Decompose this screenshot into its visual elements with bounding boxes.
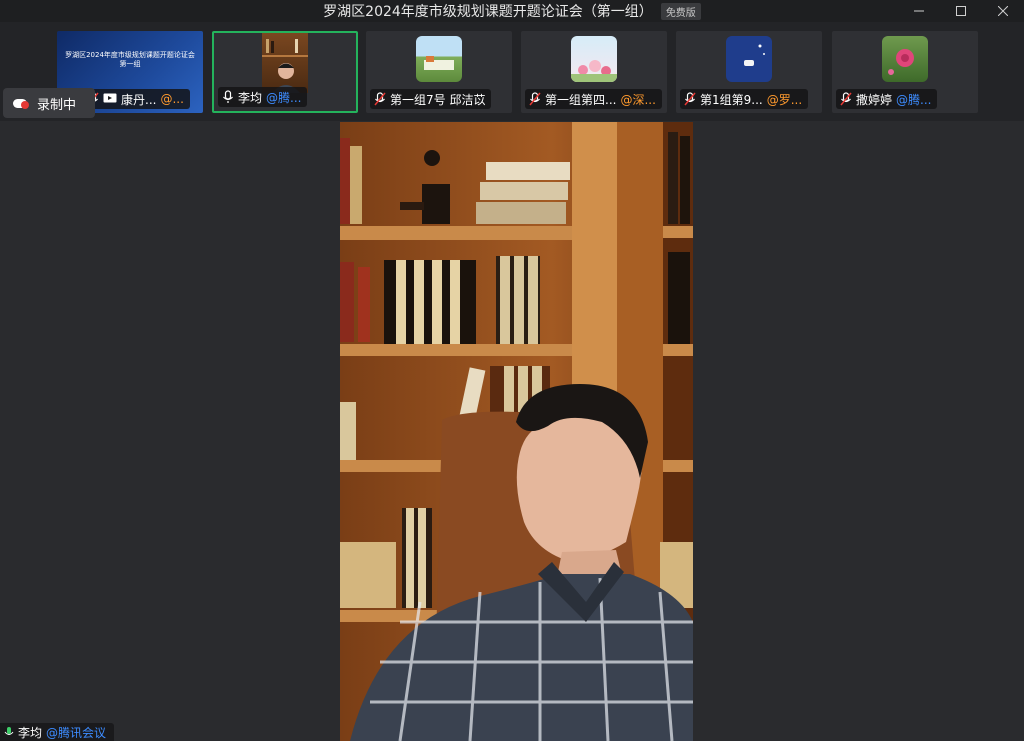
mic-icon [4,727,14,735]
avatar [571,36,617,82]
video-thumbnail [262,33,308,93]
landscape-avatar-image [424,56,454,70]
participant-tile[interactable]: 第一组第四... @深... [521,31,667,113]
participant-nameplate: 李均 @腾... [218,87,308,107]
participant-nameplate: 第一组第四... @深... [525,89,662,109]
participant-name: 第1组第9... [700,92,763,107]
mic-muted-icon [684,92,696,106]
participant-source: @腾... [266,90,302,105]
participant-tile-active-speaker[interactable]: 李均 @腾... [212,31,358,113]
participant-tile[interactable]: 第1组第9... @罗... [676,31,822,113]
mic-muted-icon [840,92,852,106]
participant-name: 康丹... [121,92,157,107]
close-icon [998,6,1008,16]
mic-muted-icon [374,92,386,106]
participant-nameplate: 第1组第9... @罗... [680,89,809,109]
participant-strip: 罗湖区2024年度市级规划课题开题论证会第一组 康丹... @... 李均 @腾..… [0,22,1024,121]
moon-avatar-image [736,44,765,74]
mic-muted-icon [529,92,541,106]
recording-indicator[interactable]: 录制中 [3,88,95,118]
title-bar: 罗湖区2024年度市级规划课题开题论证会（第一组） 免费版 [0,0,1024,22]
participant-source: @腾... [896,92,932,107]
slide-text: 罗湖区2024年度市级规划课题开题论证会第一组 [65,51,195,68]
participant-name: 第一组7号 邱洁苡 [390,92,486,107]
mic-icon [223,90,233,103]
participant-source: @... [160,92,184,106]
participant-tile[interactable]: 撒婷婷 @腾... [832,31,978,113]
participant-source: @深... [620,92,656,107]
participant-nameplate: 第一组7号 邱洁苡 [370,89,492,109]
participant-source: @罗... [766,92,803,107]
participant-name: 第一组第四... [545,92,617,107]
participant-name: 李均 [238,90,263,105]
minimize-button[interactable] [898,0,940,22]
person-video-thumbnail [262,39,308,93]
speaker-source: @腾讯会议 [46,725,107,740]
flowers-avatar-image [571,60,617,82]
cloud-record-icon [13,97,29,109]
speaker-video-frame [340,122,693,741]
avatar [416,36,462,82]
maximize-button[interactable] [940,0,982,22]
speaker-nameplate: 李均 @腾讯会议 [0,723,115,741]
recording-label: 录制中 [37,97,77,113]
close-button[interactable] [982,0,1024,22]
participant-tile[interactable]: 第一组7号 邱洁苡 [366,31,512,113]
meeting-title: 罗湖区2024年度市级规划课题开题论证会（第一组） [323,4,653,20]
main-speaker-video [340,122,693,741]
participant-nameplate: 撒婷婷 @腾... [836,89,938,109]
edition-badge: 免费版 [660,2,701,20]
avatar [726,36,772,82]
maximize-icon [956,6,966,16]
speaker-name: 李均 [18,725,43,740]
rose-avatar-image [888,49,914,75]
screen-share-icon [103,93,117,103]
minimize-icon [914,10,924,12]
avatar [882,36,928,82]
participant-name: 撒婷婷 [856,92,893,107]
participant-nameplate: 康丹... @... [83,89,190,109]
